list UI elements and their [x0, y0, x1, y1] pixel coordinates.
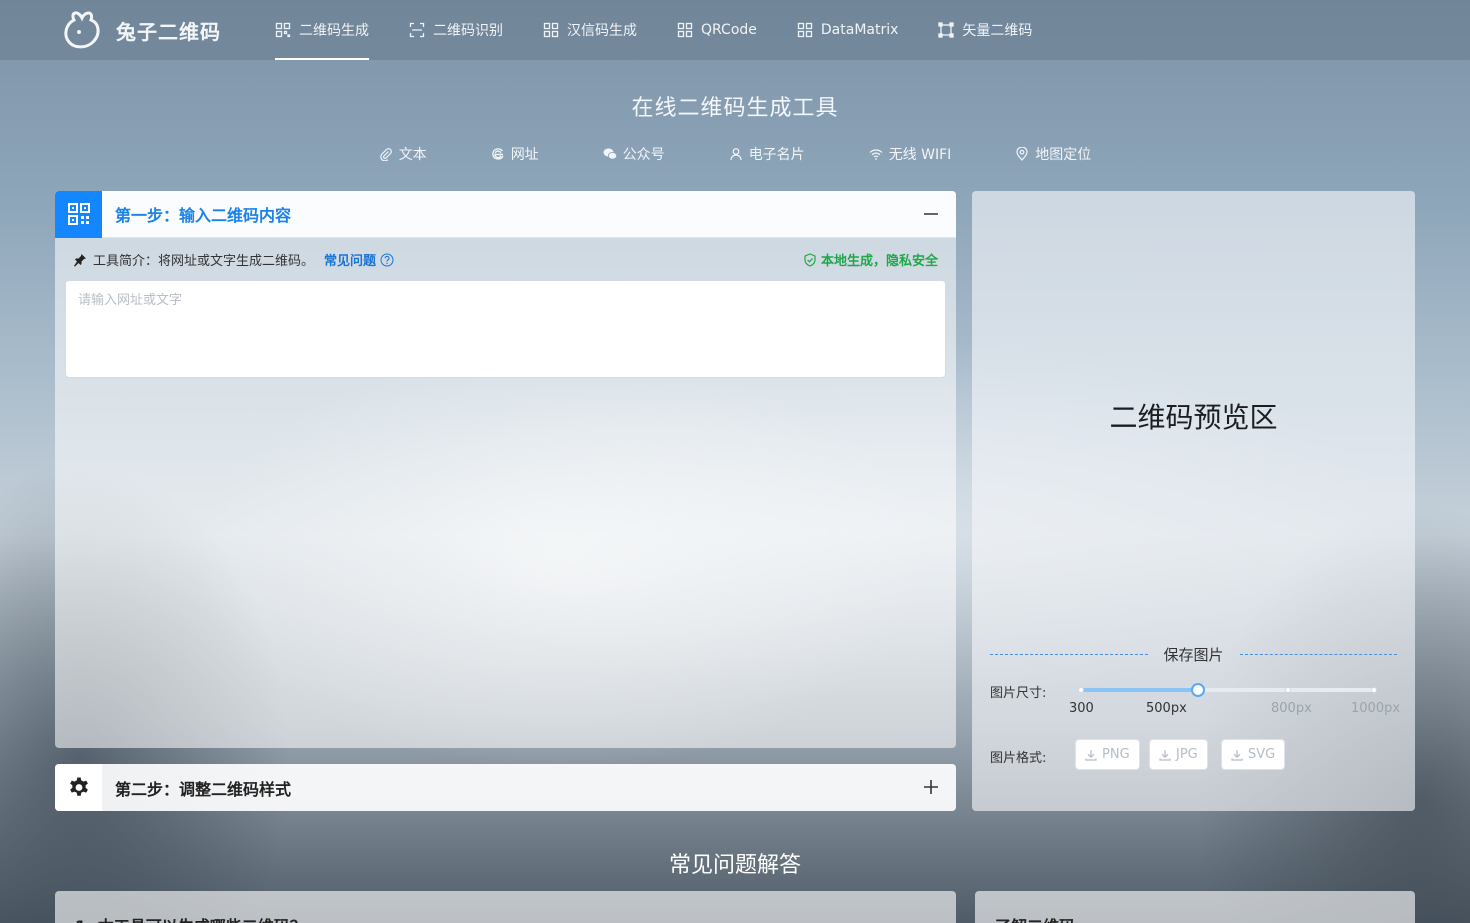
button-label: SVG: [1248, 747, 1276, 762]
pin-icon: [74, 253, 86, 266]
wechat-icon: [603, 148, 617, 160]
slider-stop: [1078, 687, 1084, 693]
content-type-tabs: 文本 网址 公众号 电子名片 无线 WIFI 地图定位: [0, 140, 1470, 168]
nav-item-qrcode-scan[interactable]: 二维码识别: [409, 0, 503, 60]
format-label: 图片格式:: [990, 751, 1047, 766]
privacy-note-text: 本地生成，隐私安全: [820, 254, 938, 269]
faq-list: 1. 本工具可以生成哪些二维码？: [55, 891, 956, 923]
preview-placeholder: 二维码预览区: [1109, 401, 1278, 434]
download-svg-button[interactable]: SVG: [1221, 739, 1286, 770]
nav-item-qrcode[interactable]: QRCode: [677, 0, 757, 60]
top-nav: 兔子二维码 二维码生成 二维码识别 汉信码生成 QRCode DataMatri…: [0, 0, 1470, 60]
browser-icon: [491, 148, 504, 160]
preview-panel: 二维码预览区 保存图片 图片尺寸: 300 500px 800px 1000px…: [972, 191, 1415, 811]
nav-label: DataMatrix: [820, 22, 899, 38]
button-label: PNG: [1102, 747, 1130, 762]
slider-stop: [1285, 687, 1291, 693]
qrcode-icon: [543, 22, 559, 38]
collapse-icon[interactable]: [922, 205, 940, 223]
nav-item-qrcode-generate[interactable]: 二维码生成: [275, 0, 369, 60]
download-jpg-button[interactable]: JPG: [1149, 739, 1208, 770]
faq-section-title: 常见问题解答: [668, 853, 801, 878]
paperclip-icon: [379, 148, 392, 161]
tab-label: 公众号: [622, 147, 665, 163]
step1-panel: 第一步：输入二维码内容 工具简介：将网址或文字生成二维码。 常见问题 本地生成，…: [55, 191, 956, 748]
download-icon: [1085, 749, 1097, 761]
about-qrcode-panel: 了解二维码: [975, 891, 1415, 923]
slider-handle[interactable]: [1191, 683, 1205, 697]
location-icon: [1016, 147, 1028, 161]
nav-label: 汉信码生成: [567, 23, 637, 39]
tab-label: 文本: [398, 147, 427, 163]
tab-map-location[interactable]: 地图定位: [983, 140, 1123, 168]
divider-line: [990, 653, 1148, 655]
vector-icon: [938, 22, 955, 38]
main-nav: 二维码生成 二维码识别 汉信码生成 QRCode DataMatrix 矢量二维…: [275, 0, 1072, 60]
tab-label: 电子名片: [748, 147, 805, 163]
size-tick[interactable]: 800px: [1271, 701, 1312, 716]
tool-intro-text: 工具简介：将网址或文字生成二维码。: [93, 254, 315, 269]
content-input[interactable]: [65, 280, 946, 378]
tab-label: 网址: [510, 147, 539, 163]
step1-title: 第一步：输入二维码内容: [115, 206, 292, 225]
brand-name: 兔子二维码: [116, 19, 221, 44]
save-divider: 保存图片: [990, 644, 1398, 664]
size-tick[interactable]: 1000px: [1351, 701, 1400, 716]
user-icon: [730, 148, 742, 161]
tab-label: 无线 WIFI: [888, 147, 952, 163]
size-label: 图片尺寸:: [990, 686, 1047, 701]
nav-label: 二维码生成: [299, 23, 369, 39]
nav-item-vector-qrcode[interactable]: 矢量二维码: [938, 0, 1032, 60]
shield-check-icon: [804, 252, 816, 267]
save-title: 保存图片: [1163, 645, 1224, 664]
tab-wifi[interactable]: 无线 WIFI: [837, 140, 984, 168]
divider-line: [1239, 653, 1398, 655]
expand-icon[interactable]: [922, 778, 940, 796]
size-tick[interactable]: 500px: [1146, 701, 1187, 716]
qrcode-icon: [677, 22, 693, 38]
tab-label: 地图定位: [1035, 147, 1092, 163]
nav-item-hanxin[interactable]: 汉信码生成: [543, 0, 637, 60]
gear-icon: [55, 764, 102, 811]
faq-link[interactable]: 常见问题: [324, 250, 394, 269]
nav-label: QRCode: [701, 22, 757, 38]
tool-intro: 工具简介：将网址或文字生成二维码。 常见问题: [73, 250, 394, 269]
brand[interactable]: 兔子二维码: [60, 8, 221, 52]
page: 兔子二维码 二维码生成 二维码识别 汉信码生成 QRCode DataMatri…: [0, 0, 1470, 923]
tab-url[interactable]: 网址: [459, 140, 571, 168]
download-png-button[interactable]: PNG: [1075, 739, 1140, 770]
faq-link-label: 常见问题: [324, 254, 377, 269]
page-title: 在线二维码生成工具: [631, 96, 839, 121]
step2-header[interactable]: 第二步：调整二维码样式: [55, 764, 956, 811]
step1-header[interactable]: 第一步：输入二维码内容: [55, 191, 956, 238]
help-circle-icon: [380, 253, 394, 266]
slider-fill: [1080, 688, 1198, 692]
size-slider[interactable]: [1078, 683, 1377, 697]
tab-text[interactable]: 文本: [347, 140, 459, 168]
nav-label: 矢量二维码: [962, 23, 1033, 39]
about-qrcode-title: 了解二维码: [995, 913, 1075, 923]
slider-stop: [1371, 687, 1377, 693]
rabbit-logo-icon: [64, 11, 100, 49]
step2-title: 第二步：调整二维码样式: [115, 779, 292, 799]
nav-label: 二维码识别: [433, 23, 503, 39]
scan-icon: [409, 22, 425, 38]
size-tick[interactable]: 300: [1069, 701, 1094, 716]
download-icon: [1159, 749, 1171, 761]
wifi-icon: [869, 149, 883, 160]
qrcode-icon: [55, 191, 102, 238]
step2-panel: 第二步：调整二维码样式: [55, 764, 956, 811]
privacy-note: 本地生成，隐私安全: [803, 250, 938, 269]
nav-item-datamatrix[interactable]: DataMatrix: [797, 0, 899, 60]
tab-wechat-official[interactable]: 公众号: [571, 140, 697, 168]
faq-question[interactable]: 1. 本工具可以生成哪些二维码？: [75, 913, 306, 923]
button-label: JPG: [1176, 747, 1198, 762]
qrcode-icon: [275, 22, 291, 38]
qrcode-icon: [797, 22, 813, 38]
download-icon: [1231, 749, 1243, 761]
tab-business-card[interactable]: 电子名片: [697, 140, 837, 168]
